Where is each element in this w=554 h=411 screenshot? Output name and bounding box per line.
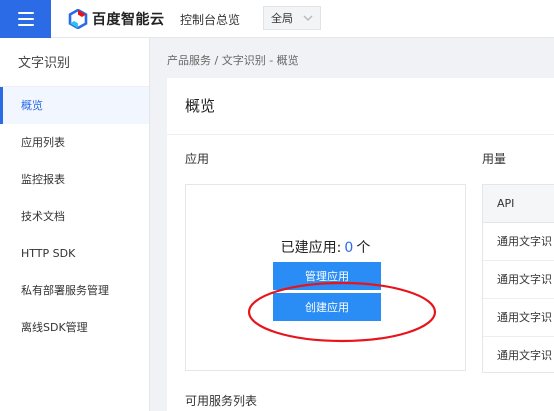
app-count: 已建应用: 0 个 <box>186 237 465 257</box>
sidebar-item-app-list[interactable]: 应用列表 <box>0 124 149 161</box>
hamburger-line <box>17 12 34 14</box>
page-title: 概览 <box>185 97 216 115</box>
menu-button[interactable] <box>0 0 51 38</box>
app-count-label: 已建应用: <box>280 240 342 256</box>
sidebar-item-offline-sdk[interactable]: 离线SDK管理 <box>0 309 149 346</box>
overview-card: 概览 应用 用量 已建应用: 0 个 管理应用 创建应用 API 通用文字识 通用文… <box>167 78 554 411</box>
brand-name: 百度智能云 <box>92 12 165 28</box>
usage-table-header: API <box>483 185 554 223</box>
sidebar-item-monitor-report[interactable]: 监控报表 <box>0 161 149 198</box>
region-select[interactable]: 全局 <box>263 6 321 30</box>
usage-section-title: 用量 <box>482 152 507 166</box>
services-section-title: 可用服务列表 <box>185 394 258 408</box>
sidebar-title: 文字识别 <box>0 38 149 87</box>
breadcrumb-separator: / <box>211 54 222 67</box>
console-overview-link[interactable]: 控制台总览 <box>180 11 240 28</box>
baidu-cloud-logo-icon <box>68 9 88 29</box>
breadcrumb: 产品服务 / 文字识别 - 概览 <box>167 52 299 68</box>
table-row: 通用文字识 <box>483 223 554 261</box>
table-row: 通用文字识 <box>483 261 554 299</box>
title-divider <box>167 134 554 135</box>
red-ellipse-annotation <box>247 281 437 343</box>
table-row: 通用文字识 <box>483 337 554 372</box>
sidebar: 文字识别 概览 应用列表 监控报表 技术文档 HTTP SDK 私有部署服务管理… <box>0 38 150 411</box>
region-value: 全局 <box>271 12 293 25</box>
top-bar: 百度智能云 控制台总览 全局 <box>0 0 554 38</box>
app-count-value[interactable]: 0 <box>344 240 353 256</box>
app-count-unit: 个 <box>356 240 371 256</box>
sidebar-item-overview[interactable]: 概览 <box>0 87 149 124</box>
breadcrumb-current: 文字识别 - 概览 <box>221 54 299 67</box>
sidebar-item-http-sdk[interactable]: HTTP SDK <box>0 235 149 272</box>
sidebar-item-tech-docs[interactable]: 技术文档 <box>0 198 149 235</box>
chevron-down-icon <box>303 15 313 21</box>
sidebar-item-private-deploy[interactable]: 私有部署服务管理 <box>0 272 149 309</box>
usage-table: API 通用文字识 通用文字识 通用文字识 通用文字识 <box>482 184 554 373</box>
app-section-title: 应用 <box>185 152 210 166</box>
table-row: 通用文字识 <box>483 299 554 337</box>
hamburger-line <box>17 18 34 20</box>
breadcrumb-root[interactable]: 产品服务 <box>167 54 211 67</box>
hamburger-line <box>17 24 34 26</box>
brand-logo[interactable]: 百度智能云 <box>68 9 165 29</box>
